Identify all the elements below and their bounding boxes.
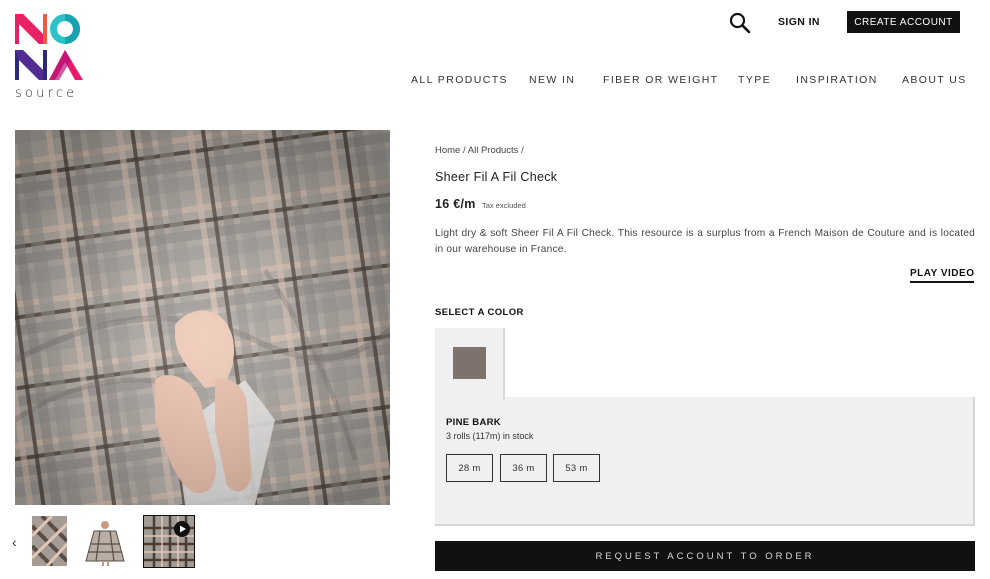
length-option-28m[interactable]: 28 m [446,454,493,482]
chevron-left-icon[interactable]: ‹ [12,535,24,549]
color-name: PINE BARK [446,417,501,428]
thumbnail-garment-image [80,516,130,566]
search-icon[interactable] [729,12,751,34]
request-account-button[interactable]: REQUEST ACCOUNT TO ORDER [435,541,975,571]
product-title: Sheer Fil A Fil Check [435,170,558,184]
create-account-button[interactable]: CREATE ACCOUNT [847,11,960,33]
thumbnail-fabric-swatch[interactable] [32,516,67,566]
thumbnail-garment-model[interactable] [80,516,130,566]
length-option-36m[interactable]: 36 m [500,454,547,482]
nav-item-inspiration[interactable]: INSPIRATION [796,74,878,86]
breadcrumb-separator: / [460,145,468,156]
brand-wordmark: source [15,86,78,101]
color-swatch [453,347,486,379]
play-icon [174,521,190,537]
breadcrumb-separator: / [518,145,524,156]
color-option-pine-bark[interactable] [435,328,505,400]
main-nav: ALL PRODUCTS NEW IN FIBER OR WEIGHT TYPE… [0,74,990,88]
brand-logo-mark [15,14,83,80]
product-main-image[interactable] [15,130,390,505]
thumbnail-fabric-video[interactable] [143,515,195,568]
thumbnail-fabric-image [32,516,67,566]
nav-item-fiber-or-weight[interactable]: FIBER OR WEIGHT [603,74,719,86]
stock-info: 3 rolls (117m) in stock [446,431,534,441]
length-option-53m[interactable]: 53 m [553,454,600,482]
tax-note: Tax excluded [482,201,526,210]
breadcrumb-all-products[interactable]: All Products [468,145,519,156]
nav-item-type[interactable]: TYPE [738,74,771,86]
product-price: 16 €/m [435,197,476,211]
nav-item-about-us[interactable]: ABOUT US [902,74,967,86]
breadcrumb-home[interactable]: Home [435,145,460,156]
nav-item-all-products[interactable]: ALL PRODUCTS [411,74,508,86]
sign-in-link[interactable]: SIGN IN [778,16,820,28]
select-color-label: SELECT A COLOR [435,307,524,318]
play-video-link[interactable]: PLAY VIDEO [910,268,975,283]
product-description: Light dry & soft Sheer Fil A Fil Check. … [435,228,975,255]
color-details-panel: PINE BARK 3 rolls (117m) in stock 28 m 3… [435,397,975,526]
nav-item-new-in[interactable]: NEW IN [529,74,575,86]
breadcrumb: Home / All Products / [435,145,524,156]
fabric-check-pattern [15,130,390,505]
